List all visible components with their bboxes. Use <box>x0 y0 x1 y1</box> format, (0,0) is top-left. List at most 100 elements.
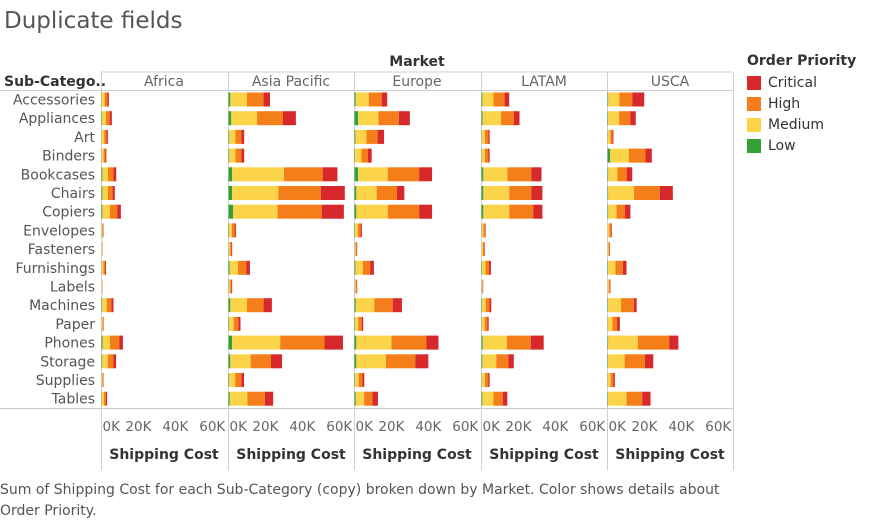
bar-asia-pacific-paper-high <box>233 316 239 331</box>
bar-africa-art-critical <box>106 129 108 144</box>
bar-usca-tables-low <box>607 391 609 406</box>
bar-asia-pacific-furnishings-medium <box>229 260 238 275</box>
bar-latam-envelopes-medium <box>481 223 484 238</box>
bar-asia-pacific-fasteners-critical <box>231 242 233 257</box>
bar-usca-accessories-medium <box>608 92 620 107</box>
bar-latam-paper-high <box>484 316 488 331</box>
category-label-appliances: Appliances <box>19 111 95 127</box>
bar-europe-furnishings-high <box>362 260 371 275</box>
bar-asia-pacific-chairs-high <box>278 186 321 200</box>
bar-latam-copiers-medium <box>483 204 510 219</box>
bar-usca-phones-high <box>637 335 670 350</box>
bar-europe-labels-medium <box>354 279 356 294</box>
category-label-phones: Phones <box>44 336 95 352</box>
bar-asia-pacific-appliances-low <box>228 111 232 126</box>
x-tick-label: 0K <box>103 419 122 435</box>
bar-europe-phones-critical <box>426 335 439 350</box>
bar-asia-pacific-machines-critical <box>263 298 272 313</box>
bar-europe-accessories-medium <box>355 92 369 107</box>
bar-africa-chairs-critical <box>112 186 115 200</box>
bar-usca-labels-critical <box>609 279 611 294</box>
bar-latam-phones-low <box>481 335 483 350</box>
bar-asia-pacific-art-medium <box>229 129 236 144</box>
x-tick-label: 40K <box>289 419 316 435</box>
legend-item-critical[interactable]: Critical <box>747 72 856 93</box>
bar-usca-appliances-critical <box>630 111 636 126</box>
bar-latam-labels-high <box>482 279 483 294</box>
legend-label-high: High <box>768 95 801 112</box>
bar-europe-chairs-high <box>376 186 397 200</box>
bar-africa-machines-medium <box>102 298 107 313</box>
bar-europe-furnishings-low <box>354 260 356 275</box>
bar-asia-pacific-fasteners-medium <box>228 242 231 257</box>
bar-africa-binders-critical <box>105 148 107 163</box>
x-tick-label: 40K <box>162 419 189 435</box>
bar-latam-storage-medium <box>482 354 497 369</box>
bar-africa-machines-critical <box>111 298 114 313</box>
bar-africa-copiers-critical <box>117 204 121 219</box>
bar-latam-accessories-critical <box>504 92 510 107</box>
bar-usca-supplies-critical <box>613 373 615 387</box>
bar-asia-pacific-tables-medium <box>229 391 248 406</box>
bar-europe-envelopes-critical <box>360 223 362 238</box>
bar-asia-pacific-storage-low <box>228 354 231 369</box>
bar-africa-furnishings-medium <box>101 260 104 275</box>
bar-africa-bookcases-high <box>107 167 114 182</box>
bar-africa-art-high <box>104 129 107 144</box>
bar-asia-pacific-bookcases-high <box>283 167 323 182</box>
bar-europe-accessories-critical <box>381 92 388 107</box>
bar-usca-art-high <box>610 129 613 144</box>
bar-europe-storage-critical <box>415 354 429 369</box>
bar-africa-bookcases-critical <box>113 167 117 182</box>
bar-europe-storage-low <box>354 354 357 369</box>
bar-latam-fasteners-high <box>482 242 485 257</box>
bar-africa-furnishings-high <box>103 260 106 275</box>
x-tick-label: 60K <box>705 419 732 435</box>
x-tick-label: 60K <box>452 419 479 435</box>
legend-swatch-medium <box>747 117 761 132</box>
bar-latam-appliances-critical <box>513 111 520 126</box>
bar-latam-machines-low <box>481 298 483 313</box>
bar-latam-copiers-critical <box>533 204 543 219</box>
bar-usca-bookcases-critical <box>626 167 633 182</box>
bar-europe-machines-critical <box>392 298 402 313</box>
category-label-envelopes: Envelopes <box>23 223 95 239</box>
legend-item-low[interactable]: Low <box>747 135 856 156</box>
bar-asia-pacific-envelopes-low <box>228 223 230 238</box>
legend-item-high[interactable]: High <box>747 93 856 114</box>
bar-latam-fasteners-critical <box>484 242 485 257</box>
bar-asia-pacific-machines-medium <box>230 298 247 313</box>
bar-usca-phones-critical <box>669 335 679 350</box>
bar-latam-phones-medium <box>482 335 507 350</box>
bar-asia-pacific-supplies-low <box>228 373 230 387</box>
market-header-africa: Africa <box>144 74 184 90</box>
bar-europe-paper-high <box>358 316 362 331</box>
bar-latam-furnishings-medium <box>482 260 486 275</box>
bar-africa-envelopes-high <box>102 223 104 238</box>
bar-usca-envelopes-critical <box>611 223 612 238</box>
chart-caption: Sum of Shipping Cost for each Sub-Catego… <box>0 482 720 519</box>
bar-asia-pacific-storage-critical <box>270 354 283 369</box>
legend-label-critical: Critical <box>768 74 817 91</box>
bar-latam-copiers-low <box>481 204 484 219</box>
bar-europe-paper-low <box>354 316 356 331</box>
bar-europe-fasteners-high <box>355 242 357 257</box>
bar-europe-storage-medium <box>356 354 386 369</box>
bar-asia-pacific-tables-low <box>228 391 230 406</box>
bar-europe-accessories-high <box>368 92 382 107</box>
bar-africa-tables-critical <box>105 391 108 406</box>
bar-africa-binders-high <box>103 148 106 163</box>
bar-asia-pacific-storage-medium <box>230 354 251 369</box>
legend-item-medium[interactable]: Medium <box>747 114 856 135</box>
bar-usca-fasteners-high <box>608 242 610 257</box>
bar-usca-chairs-low <box>607 186 609 200</box>
bar-europe-art-critical <box>377 129 385 144</box>
bar-asia-pacific-labels-critical <box>231 279 233 294</box>
bar-asia-pacific-supplies-critical <box>241 373 245 387</box>
bar-asia-pacific-appliances-high <box>257 111 283 126</box>
bar-usca-binders-medium <box>610 148 629 163</box>
bar-latam-appliances-medium <box>482 111 502 126</box>
bar-asia-pacific-chairs-critical <box>320 186 345 200</box>
bar-asia-pacific-art-low <box>228 129 230 144</box>
bar-latam-furnishings-high <box>485 260 490 275</box>
